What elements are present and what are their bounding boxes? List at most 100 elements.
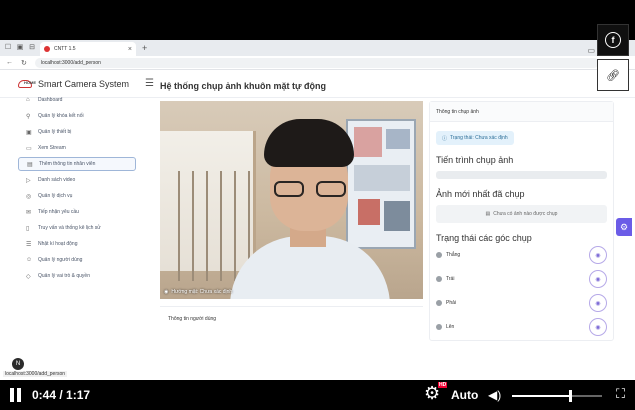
document-icon: ▯: [26, 225, 30, 232]
duration: 1:17: [66, 388, 91, 402]
angle-row: Phải ◉: [436, 291, 607, 315]
camera-icon: ▣: [26, 129, 32, 136]
back-icon[interactable]: ←: [6, 59, 13, 66]
sidebar-item-10[interactable]: ☺ Quản lý người dùng: [18, 253, 136, 267]
time-display: 0:44 / 1:17: [32, 388, 91, 402]
share-buttons: f 🔗︎: [597, 24, 631, 94]
key-icon: ⚲: [26, 113, 31, 120]
capture-panel: Thông tin chụp ảnh ⓘ Trạng thái: Chưa xá…: [429, 101, 614, 341]
camera-preview: ◉ Hướng mặt: Chưa xác định: [160, 101, 423, 299]
pause-button[interactable]: [10, 388, 22, 402]
url-input[interactable]: localhost:3000/add_person: [34, 57, 599, 68]
video-frame: ☐ ▣ ⊟ CNTT 1.5 × + ← ↻ localhost:3000/ad…: [0, 0, 635, 410]
view-angle-button[interactable]: ◉: [589, 270, 607, 288]
view-angle-button[interactable]: ◉: [589, 318, 607, 336]
angle-label: Phải: [446, 300, 457, 306]
view-angle-button[interactable]: ◉: [589, 294, 607, 312]
tab-active[interactable]: CNTT 1.5 ×: [40, 42, 136, 56]
sidebar-item-label: Quản lý dịch vụ: [38, 193, 73, 199]
copy-link-button[interactable]: 🔗︎: [597, 59, 629, 91]
sidebar-item-7[interactable]: ✉ Tiếp nhận yêu cầu: [18, 205, 136, 219]
tab-bar: ☐ ▣ ⊟ CNTT 1.5 × +: [0, 40, 635, 56]
user-icon: ☺: [26, 257, 33, 263]
menu-toggle-icon[interactable]: ☰: [145, 78, 154, 89]
sidebar-item-1[interactable]: ⚲ Quản lý khóa kết nối: [18, 109, 136, 123]
sidebar-item-label: Quản lý thiết bị: [38, 129, 72, 135]
new-tab-icon[interactable]: +: [142, 43, 147, 53]
angle-label: Lên: [446, 324, 455, 330]
sidebar-item-label: Truy vấn và thống kê lịch sử: [38, 225, 101, 231]
sidebar-item-label: Nhật kí hoạt động: [38, 241, 78, 247]
view-angle-button[interactable]: ◉: [589, 246, 607, 264]
shield-icon: ◇: [26, 273, 31, 280]
id-card-icon: ▤: [27, 161, 33, 168]
background-window: [160, 131, 256, 281]
capture-panel-header: Thông tin chụp ảnh: [430, 102, 613, 122]
sidebar-item-11[interactable]: ◇ Quản lý vai trò & quyền: [18, 269, 136, 283]
angle-label: Thẳng: [446, 252, 461, 258]
service-icon: ◎: [26, 193, 32, 200]
face-direction-icon: ◉: [164, 289, 169, 295]
sidebar-item-9[interactable]: ☰ Nhật kí hoạt động: [18, 237, 136, 251]
sidebar-item-5[interactable]: ▷ Danh sách video: [18, 173, 136, 187]
link-icon: 🔗︎: [606, 69, 620, 82]
home-icon: ⌂: [26, 97, 30, 103]
face-direction-label: ◉ Hướng mặt: Chưa xác định: [164, 289, 233, 295]
close-tab-icon[interactable]: ×: [128, 46, 132, 53]
sidebar-item-4[interactable]: ▤ Thêm thông tin nhân viên: [18, 157, 136, 171]
sidebar-item-6[interactable]: ◎ Quản lý dịch vụ: [18, 189, 136, 203]
inbox-icon: ✉: [26, 209, 32, 216]
sidebar-item-3[interactable]: ▭ Xem Stream: [18, 141, 136, 155]
angle-row: Trái ◉: [436, 267, 607, 291]
sidebar-item-label: Xem Stream: [38, 145, 66, 151]
capture-progress-bar: [436, 171, 607, 179]
avatar[interactable]: N: [12, 358, 24, 370]
quality-label[interactable]: Auto: [451, 388, 478, 402]
sidebar-item-label: Quản lý người dùng: [38, 257, 83, 263]
fullscreen-icon[interactable]: ⛶: [616, 386, 625, 402]
user-info-title: Thông tin người dùng: [168, 316, 217, 322]
angle-status-dot: [436, 324, 442, 330]
url-text: localhost:3000/add_person: [40, 59, 101, 66]
latest-image-placeholder: ▤ Chưa có ảnh nào được chụp: [436, 205, 607, 223]
sidebar-item-label: Quản lý vai trò & quyền: [38, 273, 90, 279]
address-bar: ← ↻ localhost:3000/add_person ⊕ ☆: [0, 56, 635, 70]
angle-status-dot: [436, 252, 442, 258]
person-glasses: [274, 181, 346, 199]
profile-icon[interactable]: ☐: [4, 44, 12, 52]
sidebar-item-0[interactable]: ⌂ Dashboard: [18, 93, 136, 107]
angle-row: Thẳng ◉: [436, 243, 607, 267]
sidebar-item-2[interactable]: ▣ Quản lý thiết bị: [18, 125, 136, 139]
info-icon: ⓘ: [442, 135, 448, 142]
extensions-icon[interactable]: ▣: [16, 44, 24, 52]
volume-icon[interactable]: ◀︎): [488, 388, 501, 402]
tab-list-icon[interactable]: ⊟: [28, 44, 36, 52]
angle-status-dot: [436, 276, 442, 282]
volume-fill: [512, 395, 571, 397]
user-info-card: Thông tin người dùng: [160, 306, 423, 340]
sidebar-item-label: Danh sách video: [38, 177, 76, 183]
person-hair: [264, 119, 354, 167]
background-poster: [346, 119, 416, 249]
status-badge: ⓘ Trạng thái: Chưa xác định: [436, 131, 514, 145]
stream-icon: ▭: [26, 145, 32, 152]
angle-row: Lên ◉: [436, 315, 607, 339]
volume-slider[interactable]: [512, 390, 602, 402]
image-icon: ▤: [485, 211, 491, 217]
page-title: Hệ thống chụp ảnh khuôn mặt tự động: [160, 81, 326, 91]
reload-icon[interactable]: ↻: [21, 59, 27, 67]
angle-label: Trái: [446, 276, 455, 282]
settings-gear-icon[interactable]: ⚙: [616, 218, 632, 236]
video-list-icon: ▷: [26, 177, 31, 184]
header-calendar-icon[interactable]: ▭: [587, 46, 595, 55]
facebook-icon: f: [605, 32, 621, 48]
facebook-share-button[interactable]: f: [597, 24, 629, 56]
tab-title: CNTT 1.5: [54, 46, 76, 52]
sidebar: HOME ⌂ Dashboard ⚲ Quản lý khóa kết nối ▣ Quả…: [18, 80, 136, 285]
favicon-icon: [44, 46, 50, 52]
angles-title: Trạng thái các góc chụp: [436, 233, 532, 243]
sidebar-item-8[interactable]: ▯ Truy vấn và thống kê lịch sử: [18, 221, 136, 235]
latest-image-title: Ảnh mới nhất đã chụp: [436, 189, 525, 199]
progress-title: Tiến trình chụp ảnh: [436, 155, 514, 165]
volume-handle[interactable]: [569, 390, 573, 402]
